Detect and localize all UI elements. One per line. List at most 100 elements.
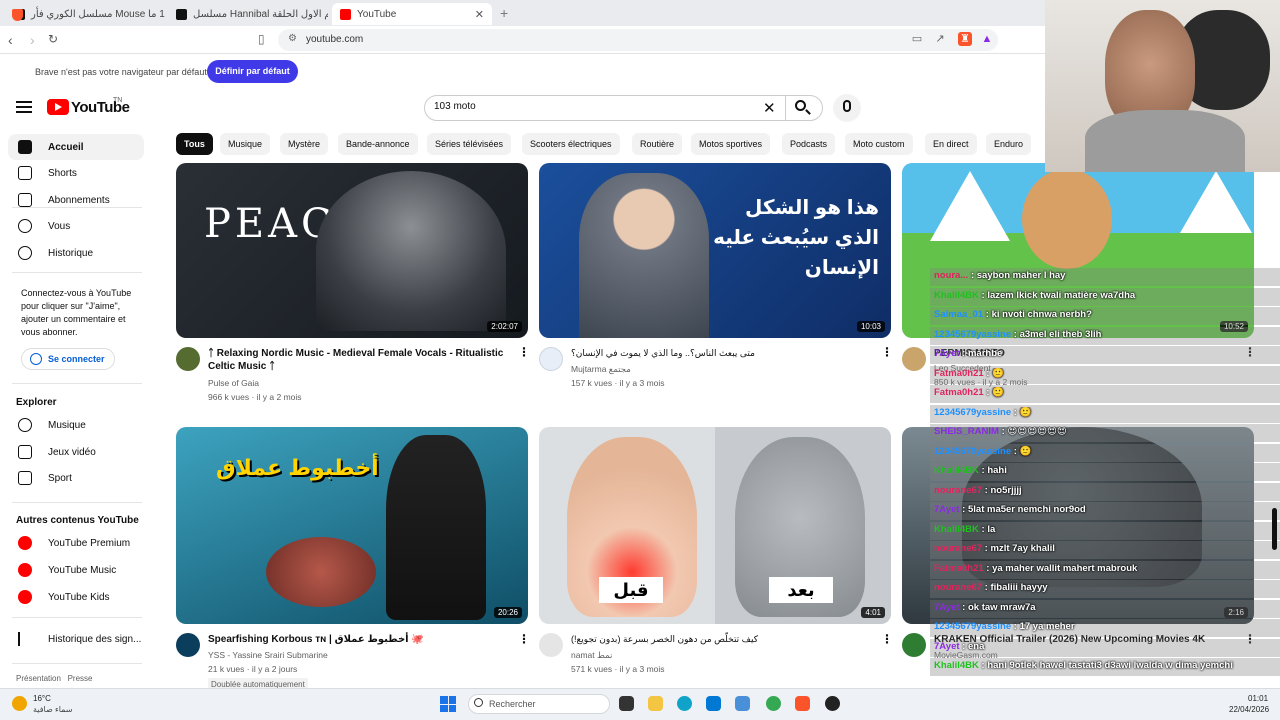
close-tab-icon[interactable]: ✕ <box>475 8 484 21</box>
channel-avatar[interactable] <box>902 633 926 657</box>
channel-name[interactable]: namat نمط <box>571 649 612 662</box>
streamer-shirt <box>1085 110 1245 172</box>
mail-icon[interactable] <box>735 696 750 711</box>
chat-message: 7Ayet : marhbe <box>934 348 1276 366</box>
brave-icon[interactable] <box>795 696 810 711</box>
chat-text: 17 ya meher <box>1019 621 1075 632</box>
video-title[interactable]: متى يبعث الناس؟.. وما الذي لا يموت في ال… <box>571 347 871 360</box>
chip-enduro[interactable]: Enduro <box>986 133 1032 155</box>
channel-name[interactable]: Pulse of Gaia <box>208 377 259 390</box>
weather-moon-icon[interactable] <box>12 696 27 711</box>
channel-avatar[interactable] <box>176 347 200 371</box>
channel-avatar[interactable] <box>539 347 563 371</box>
store-icon[interactable] <box>706 696 721 711</box>
more-actions-icon[interactable]: ⋮ <box>518 345 530 359</box>
obs-icon[interactable] <box>825 696 840 711</box>
chat-separator: : <box>1011 328 1020 340</box>
brave-shields-icon[interactable]: ♜ <box>958 32 972 46</box>
chip-moto-custom[interactable]: Moto custom <box>845 133 913 155</box>
sidebar-item-jeux-video[interactable]: Jeux vidéo <box>8 439 144 465</box>
video-title[interactable]: ᛏ Relaxing Nordic Music - Medieval Femal… <box>208 347 508 373</box>
page-scrollbar-thumb[interactable] <box>1272 508 1277 550</box>
cast-icon[interactable]: ▭ <box>910 32 924 46</box>
chip-tous[interactable]: Tous <box>176 133 213 155</box>
sidebar-item-vous[interactable]: Vous <box>8 213 144 239</box>
site-info-icon[interactable]: ⚙ <box>288 33 297 44</box>
channel-name[interactable]: Mujtarma مجتمع <box>571 363 631 376</box>
chat-text: ok taw mraw7a <box>967 601 1036 613</box>
search-divider <box>785 95 786 121</box>
chip-mystere[interactable]: Mystère <box>280 133 329 155</box>
signin-button[interactable]: Se connecter <box>21 348 115 370</box>
chat-username: Khalil4BK <box>934 523 979 535</box>
chat-text: marhbe <box>967 348 1003 359</box>
sidebar-item-shorts[interactable]: Shorts <box>8 160 144 186</box>
chrome-icon[interactable] <box>766 696 781 711</box>
back-icon[interactable]: ‹ <box>8 32 13 48</box>
sidebar-item-report-history[interactable]: Historique des sign... <box>8 626 144 652</box>
chip-scooters[interactable]: Scooters électriques <box>522 133 620 155</box>
bookmark-icon[interactable]: ▯ <box>258 32 265 46</box>
video-title[interactable]: Spearfishing Korbous ᴛɴ | أخطبوط عملاق 🐙 <box>208 633 508 646</box>
more-actions-icon[interactable]: ⋮ <box>881 632 893 646</box>
sidebar-footer-links[interactable]: Présentation Presse <box>16 674 92 683</box>
clear-search-icon[interactable]: ✕ <box>763 99 776 117</box>
chip-en-direct[interactable]: En direct <box>925 133 977 155</box>
chat-text: hahi <box>987 465 1007 476</box>
home-icon <box>18 140 32 154</box>
brave-rewards-icon[interactable]: ▲ <box>980 32 994 46</box>
video-thumbnail[interactable]: هذا هو الشكل الذي سيُبعث عليه الإنسان 10… <box>539 163 891 338</box>
hamburger-menu-icon[interactable] <box>16 101 32 113</box>
youtube-logo-icon[interactable] <box>47 99 69 115</box>
sidebar-item-abonnements[interactable]: Abonnements <box>8 187 144 213</box>
weather-temperature[interactable]: 16°C <box>33 694 51 703</box>
chip-musique[interactable]: Musique <box>220 133 271 155</box>
chip-motos-sportives[interactable]: Motos sportives <box>691 133 771 155</box>
clock-time[interactable]: 01:01 <box>1248 694 1268 703</box>
channel-avatar[interactable] <box>176 633 200 657</box>
windows-start-icon[interactable] <box>440 696 456 712</box>
search-icon[interactable] <box>795 100 806 111</box>
sidebar-item-youtube-music[interactable]: YouTube Music <box>8 557 144 583</box>
sidebar-item-musique[interactable]: Musique <box>8 412 144 438</box>
chat-text: 5lat ma5er nemchi nor9od <box>967 504 1086 515</box>
sidebar-item-label: Historique des sign... <box>48 633 142 645</box>
browser-tab-2[interactable]: مسلسل Hannibal الموسم الاول الحلقة <box>168 3 328 25</box>
task-view-icon[interactable] <box>619 696 634 711</box>
more-actions-icon[interactable]: ⋮ <box>881 345 893 359</box>
video-thumbnail[interactable]: PEACE 2:02:07 <box>176 163 528 338</box>
edge-icon[interactable] <box>677 696 692 711</box>
chip-routiere[interactable]: Routière <box>632 133 683 155</box>
reload-icon[interactable]: ↻ <box>48 32 58 46</box>
video-thumbnail[interactable]: أخطبوط عملاق 20:26 <box>176 427 528 624</box>
chat-separator: : <box>959 640 968 652</box>
sidebar-item-historique[interactable]: Historique <box>8 240 144 266</box>
chat-username: nourane67 <box>934 543 983 554</box>
chat-message: nourane67 : no5rjjjj <box>934 485 1276 503</box>
sidebar-item-youtube-premium[interactable]: YouTube Premium <box>8 530 144 556</box>
sidebar-item-youtube-kids[interactable]: YouTube Kids <box>8 584 144 610</box>
set-default-button[interactable]: Définir par défaut <box>207 60 298 83</box>
mic-icon[interactable] <box>843 100 851 112</box>
browser-tab-1[interactable]: مسلسل الكوري فأر Mouse الحلقة 1 ما <box>6 3 166 25</box>
more-actions-icon[interactable]: ⋮ <box>518 632 530 646</box>
channel-name[interactable]: YSS - Yassine Srairi Submarine <box>208 649 328 662</box>
share-icon[interactable]: ↗ <box>933 32 947 46</box>
clock-date[interactable]: 22/04/2026 <box>1229 705 1269 714</box>
chip-podcasts[interactable]: Podcasts <box>782 133 836 155</box>
forward-icon[interactable]: › <box>30 32 35 48</box>
video-thumbnail[interactable]: قبل بعد 4:01 <box>539 427 891 624</box>
url-field[interactable] <box>278 29 998 51</box>
video-title[interactable]: كيف تتخلّص من دهون الخصر بسرعة (بدون تجو… <box>571 633 871 646</box>
address-bar-row: ‹ › ↻ ▯ ⚙ youtube.com ▭ ↗ ♜ ▲ <box>0 26 1045 54</box>
channel-avatar[interactable] <box>902 347 926 371</box>
new-tab-icon[interactable]: + <box>500 5 508 21</box>
chip-bande-annonce[interactable]: Bande-annonce <box>338 133 418 155</box>
file-explorer-icon[interactable] <box>648 696 663 711</box>
sidebar-item-sport[interactable]: Sport <box>8 465 144 491</box>
sidebar-item-accueil[interactable]: Accueil <box>8 134 144 160</box>
channel-avatar[interactable] <box>539 633 563 657</box>
thumbnail-overlay-text: أخطبوط عملاق <box>216 455 379 480</box>
browser-tab-youtube[interactable]: YouTube ✕ <box>332 3 492 25</box>
chip-series[interactable]: Séries télévisées <box>427 133 512 155</box>
